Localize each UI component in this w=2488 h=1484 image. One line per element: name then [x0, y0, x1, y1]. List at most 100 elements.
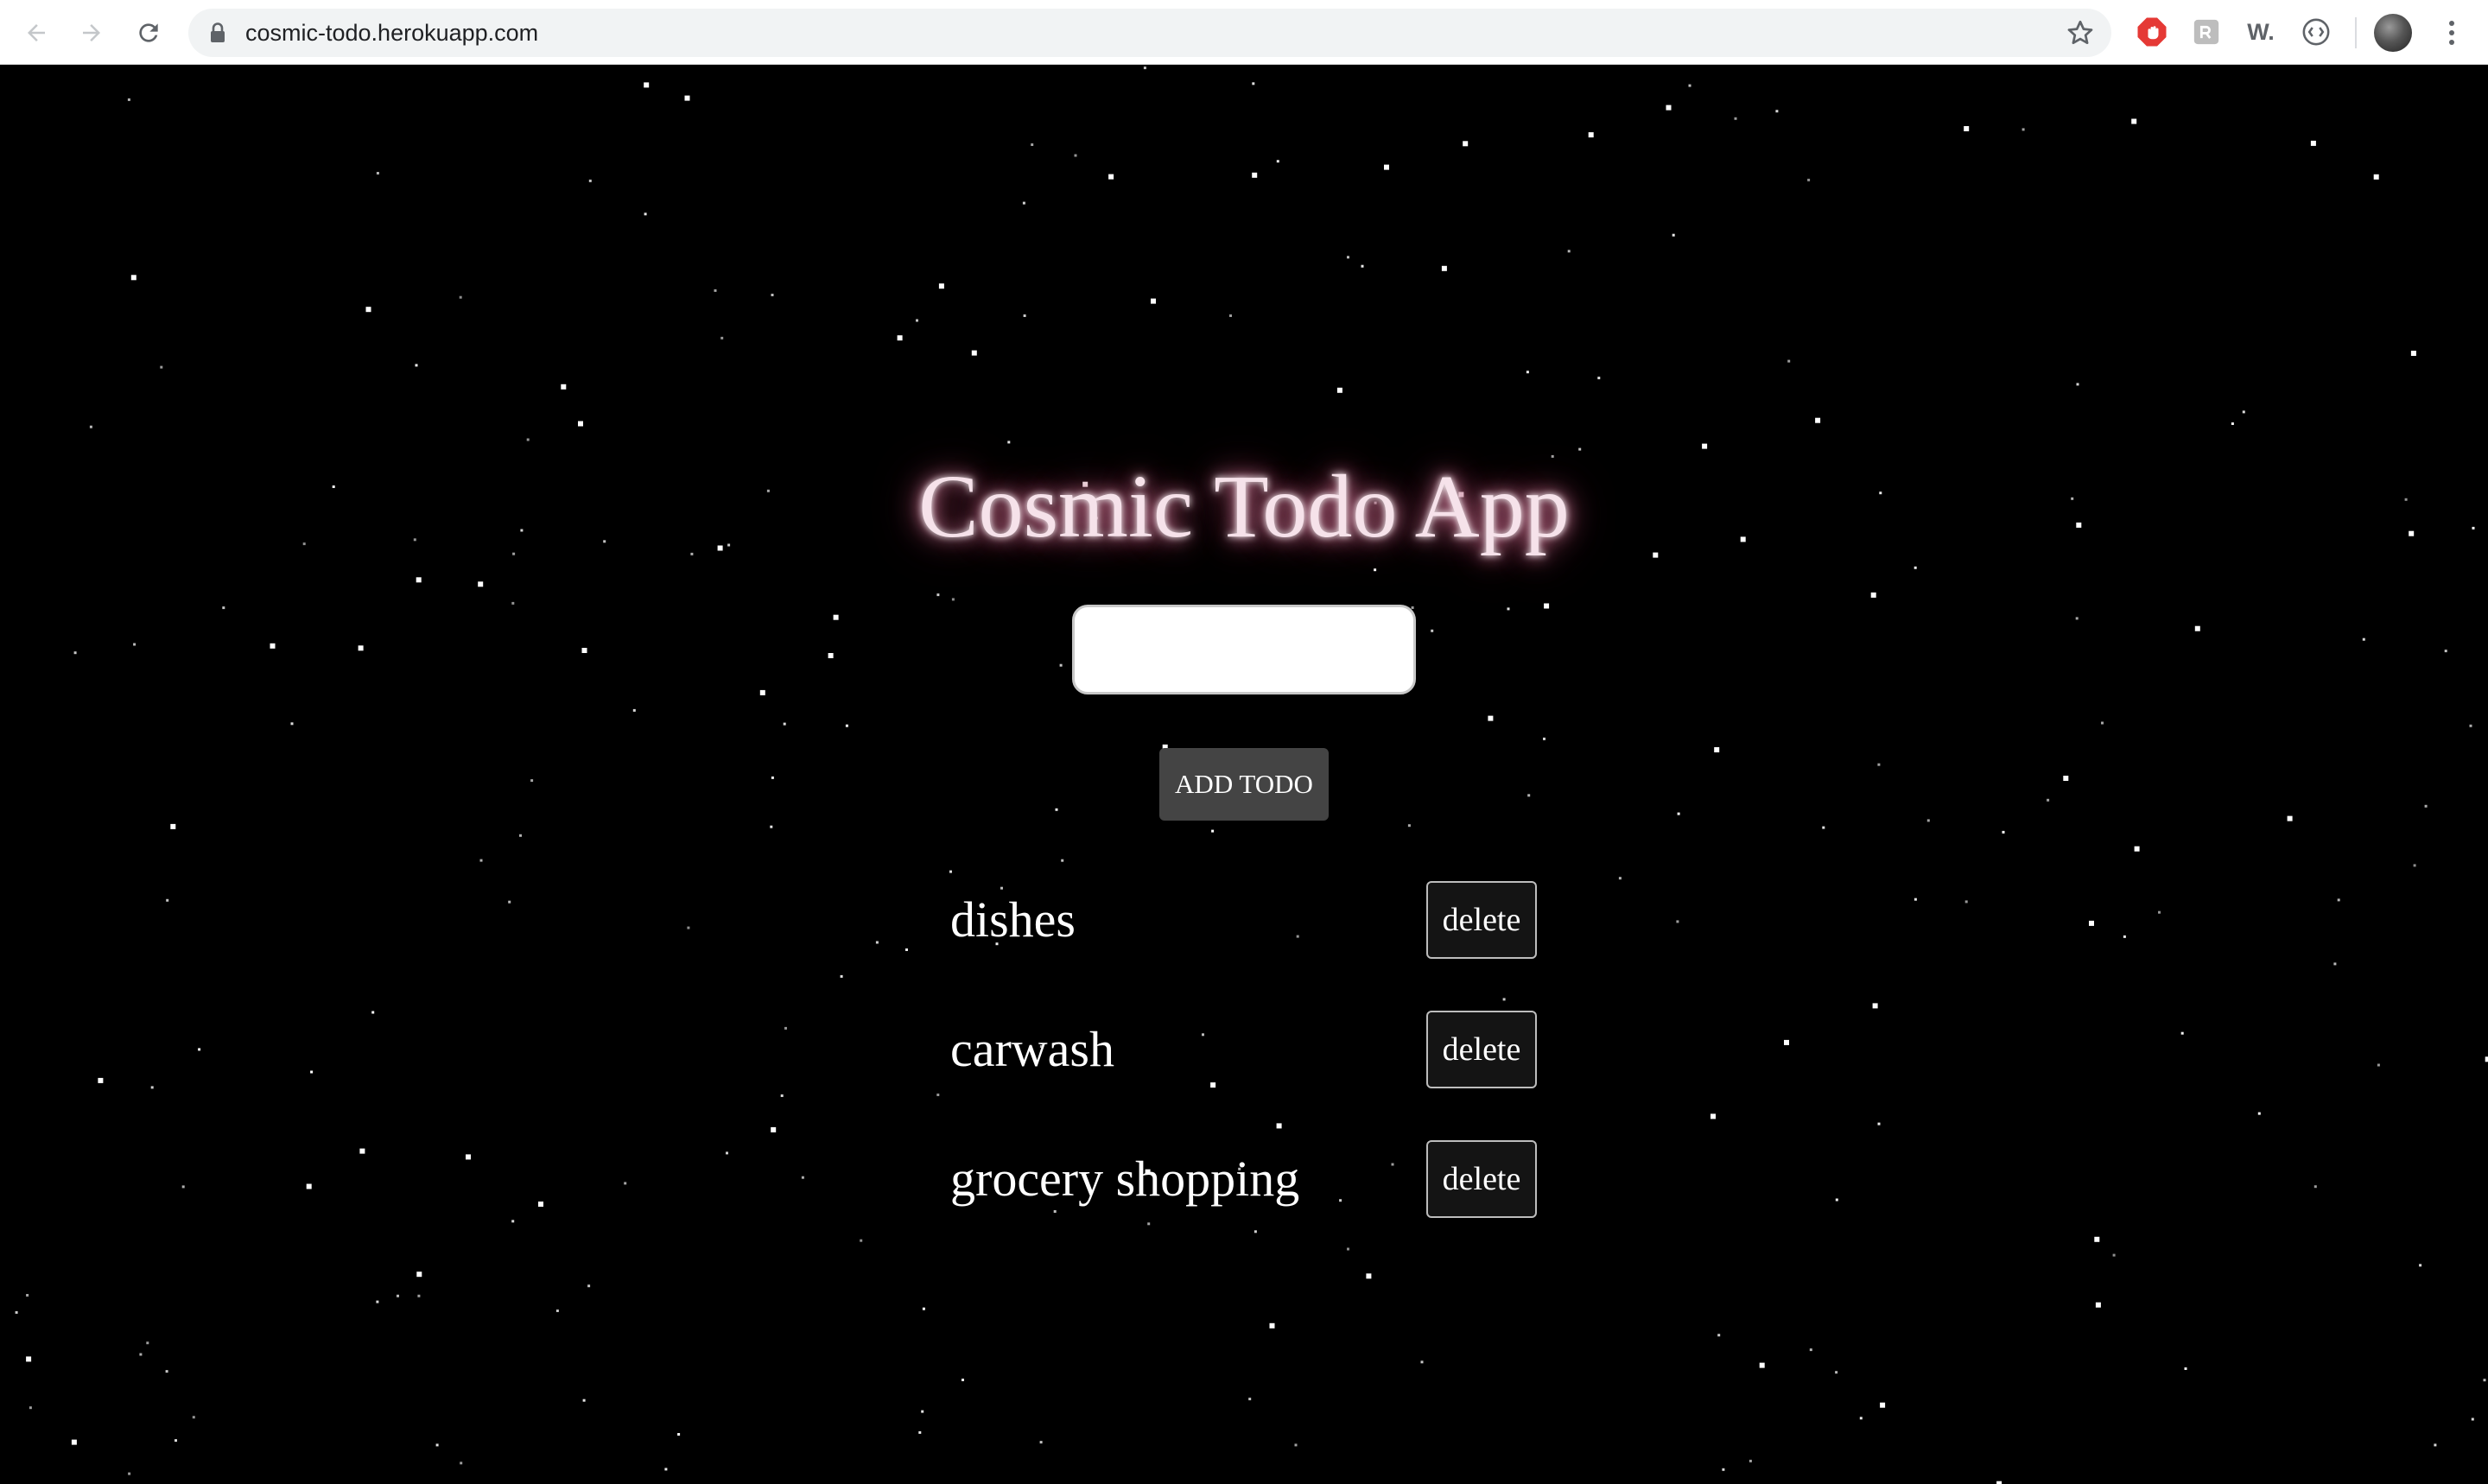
- add-todo-button[interactable]: ADD TODO: [1159, 748, 1329, 821]
- star-dot: [376, 172, 379, 174]
- stop-hand-icon: [2137, 17, 2167, 47]
- star-dot: [2469, 724, 2472, 727]
- star-dot: [555, 1310, 559, 1312]
- code-extension-icon[interactable]: [2298, 14, 2334, 50]
- star-dot: [1775, 110, 1779, 113]
- todo-item: carwash delete: [950, 1011, 1538, 1088]
- extension-icon[interactable]: [2188, 14, 2225, 50]
- page-viewport: Cosmic Todo App ADD TODO dishes delete c…: [0, 66, 2488, 1484]
- w-extension-icon[interactable]: W.: [2243, 14, 2279, 50]
- todo-text: carwash: [950, 1021, 1115, 1077]
- star-dot: [1229, 314, 1232, 317]
- puzzle-extension-icon: [2193, 19, 2219, 45]
- star-dot: [460, 1462, 463, 1465]
- star-dot: [2076, 383, 2079, 386]
- star-dot: [2333, 962, 2337, 966]
- star-dot: [845, 724, 848, 727]
- star-dot: [644, 82, 650, 88]
- star-dot: [664, 1468, 668, 1471]
- star-dot: [1914, 897, 1917, 901]
- star-dot: [1877, 1122, 1881, 1126]
- browser-menu-icon[interactable]: [2436, 14, 2467, 52]
- star-dot: [26, 1294, 29, 1297]
- star-dot: [1759, 1362, 1765, 1368]
- delete-button[interactable]: delete: [1426, 1011, 1537, 1088]
- star-dot: [684, 95, 690, 101]
- todo-item: dishes delete: [950, 881, 1538, 959]
- star-dot: [1007, 441, 1011, 444]
- star-dot: [644, 212, 647, 216]
- star-dot: [1677, 812, 1680, 815]
- star-dot: [1252, 82, 1255, 86]
- star-dot: [2184, 1367, 2187, 1370]
- star-dot: [435, 1443, 439, 1447]
- star-dot: [1734, 117, 1737, 120]
- star-dot: [1807, 178, 1811, 181]
- star-dot: [478, 581, 484, 587]
- reload-button[interactable]: [128, 12, 169, 54]
- star-dot: [833, 614, 839, 620]
- star-dot: [170, 823, 176, 829]
- star-dot: [1870, 592, 1876, 598]
- star-dot: [538, 1202, 543, 1207]
- star-dot: [1441, 265, 1447, 271]
- star-dot: [511, 1220, 515, 1223]
- bookmark-star-icon[interactable]: [2065, 17, 2096, 48]
- star-dot: [2310, 140, 2316, 146]
- star-dot: [371, 1011, 375, 1014]
- star-dot: [1815, 417, 1821, 423]
- star-dot: [2123, 935, 2126, 938]
- star-dot: [1722, 1468, 1725, 1471]
- star-dot: [1022, 201, 1025, 205]
- star-dot: [1031, 143, 1034, 146]
- todo-item: grocery shopping delete: [950, 1140, 1538, 1218]
- star-dot: [1688, 84, 1691, 87]
- star-dot: [759, 689, 765, 695]
- star-dot: [130, 275, 136, 281]
- adblock-icon[interactable]: [2134, 14, 2170, 50]
- delete-button[interactable]: delete: [1426, 881, 1537, 959]
- star-dot: [2424, 804, 2428, 808]
- star-dot: [587, 1284, 591, 1288]
- star-dot: [1151, 298, 1156, 304]
- star-dot: [918, 1430, 922, 1434]
- star-dot: [1527, 794, 1531, 797]
- star-dot: [1964, 900, 1968, 904]
- star-dot: [166, 898, 169, 902]
- star-dot: [2413, 864, 2416, 867]
- star-dot: [2002, 830, 2005, 834]
- star-dot: [1211, 829, 1215, 833]
- star-dot: [359, 1148, 365, 1154]
- star-dot: [2194, 625, 2200, 631]
- star-dot: [1964, 126, 1970, 131]
- back-button[interactable]: [16, 12, 57, 54]
- star-dot: [1061, 859, 1064, 862]
- star-dot: [466, 1154, 471, 1160]
- star-dot: [2257, 1112, 2261, 1115]
- star-dot: [128, 1472, 131, 1475]
- url-text[interactable]: cosmic-todo.herokuapp.com: [245, 9, 538, 57]
- star-dot: [677, 1433, 681, 1436]
- star-dot: [15, 1310, 18, 1314]
- star-dot: [951, 598, 955, 601]
- star-dot: [417, 1294, 421, 1297]
- star-dot: [71, 1439, 77, 1445]
- star-dot: [582, 1398, 586, 1402]
- todo-text: grocery shopping: [950, 1151, 1300, 1207]
- todo-input[interactable]: [1072, 605, 1416, 694]
- star-dot: [290, 722, 294, 726]
- star-dot: [1809, 1348, 1812, 1352]
- star-dot: [1702, 443, 1708, 449]
- star-dot: [916, 319, 918, 322]
- star-dot: [73, 651, 77, 655]
- star-dot: [376, 1300, 379, 1303]
- star-dot: [358, 645, 364, 651]
- reload-icon: [139, 23, 158, 42]
- forward-button[interactable]: [71, 12, 112, 54]
- profile-avatar[interactable]: [2374, 14, 2412, 52]
- star-dot: [936, 1094, 940, 1096]
- star-dot: [1420, 1360, 1424, 1364]
- delete-button[interactable]: delete: [1426, 1140, 1537, 1218]
- address-bar[interactable]: cosmic-todo.herokuapp.com: [188, 9, 2111, 57]
- star-dot: [905, 948, 908, 951]
